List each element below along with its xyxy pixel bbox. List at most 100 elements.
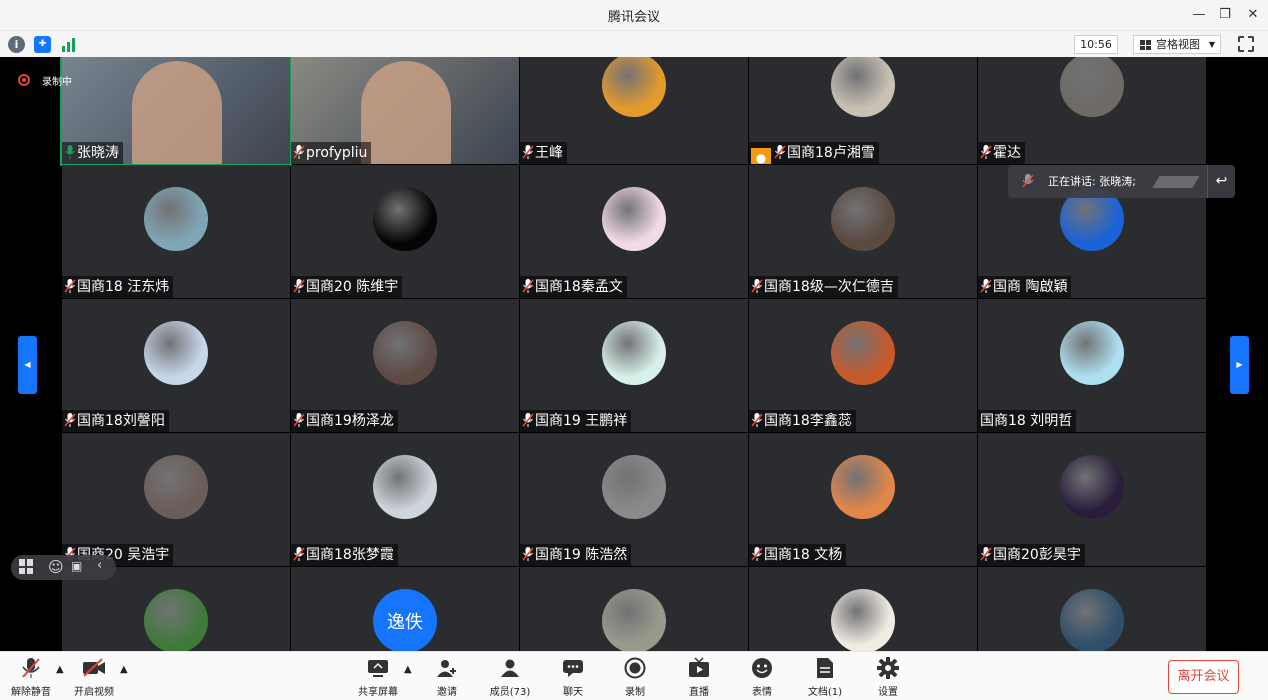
- mic-muted-icon: [293, 413, 305, 427]
- participant-name: 国商19杨泽龙: [306, 413, 394, 429]
- mic-muted-icon: [522, 413, 534, 427]
- avatar: [602, 57, 666, 117]
- start-video-button[interactable]: 开启视频: [72, 656, 116, 698]
- live-button[interactable]: 直播: [684, 656, 714, 698]
- next-page-arrow[interactable]: ▶: [1230, 336, 1249, 394]
- docs-label: 文档(1): [807, 687, 843, 698]
- participant-tile[interactable]: [749, 567, 977, 651]
- grid-view-icon: [1140, 40, 1151, 50]
- avatar: [373, 321, 437, 385]
- view-mode-select[interactable]: 宫格视图 ▼: [1133, 35, 1221, 54]
- participant-tile[interactable]: 国商20彭昊宇: [978, 433, 1206, 566]
- floating-controls: ☺ ▣ ‹: [11, 555, 116, 580]
- docs-button[interactable]: 文档(1): [805, 656, 845, 698]
- reply-icon[interactable]: ↩: [1207, 165, 1235, 198]
- members-button[interactable]: 成员(73): [488, 656, 532, 698]
- leave-meeting-button[interactable]: 离开会议: [1168, 660, 1239, 694]
- reactions-button[interactable]: 表情: [747, 656, 777, 698]
- participant-name: 国商18卢湘雪: [787, 145, 875, 161]
- participant-tile[interactable]: [978, 567, 1206, 651]
- participant-name: 国商20彭昊宇: [993, 547, 1081, 563]
- participant-tile[interactable]: ● 国商18卢湘雪: [749, 57, 977, 164]
- shield-icon[interactable]: ✚: [34, 36, 51, 53]
- participant-nametag: 国商 陶啟穎: [978, 276, 1072, 298]
- bottom-control-bar: 解除静音 ▲ 开启视频 ▲ 共享屏幕 ▲ 邀请 成员(73) 聊天 录制 直播 …: [0, 651, 1268, 700]
- participant-tile[interactable]: 霍达: [978, 57, 1206, 164]
- fullscreen-icon[interactable]: [1238, 36, 1254, 52]
- participant-tile[interactable]: [520, 567, 748, 651]
- participant-tile[interactable]: 国商18李鑫蕊: [749, 299, 977, 432]
- signal-icon[interactable]: [60, 36, 77, 53]
- mic-muted-icon: [522, 279, 534, 293]
- avatar: [373, 187, 437, 251]
- invite-button[interactable]: 邀请: [432, 656, 462, 698]
- avatar: [831, 321, 895, 385]
- mic-muted-icon: [19, 656, 43, 680]
- mic-muted-icon: [522, 145, 534, 159]
- mic-on-icon: [65, 145, 75, 159]
- participant-tile[interactable]: 国商18级—次仁德吉: [749, 165, 977, 298]
- participant-tile[interactable]: 张晓涛: [60, 57, 292, 166]
- prev-page-arrow[interactable]: ◀: [18, 336, 37, 394]
- participant-tile[interactable]: 国商18刘謦阳: [62, 299, 290, 432]
- live-icon: [687, 656, 711, 680]
- participant-tile[interactable]: profypliu: [291, 57, 519, 164]
- video-feed: [132, 61, 222, 164]
- chat-bubble-icon[interactable]: ▣: [71, 559, 82, 573]
- participant-tile[interactable]: 国商19 陈浩然: [520, 433, 748, 566]
- participant-tile[interactable]: 国商20 吴浩宇: [62, 433, 290, 566]
- avatar: [373, 455, 437, 519]
- audio-options-caret[interactable]: ▲: [56, 664, 64, 675]
- participant-name: 国商18 文杨: [764, 547, 843, 563]
- restore-icon[interactable]: ❐: [1214, 4, 1236, 26]
- participant-name: 国商18 刘明哲: [980, 413, 1073, 429]
- avatar: [144, 455, 208, 519]
- avatar: [831, 589, 895, 651]
- participant-name: 张晓涛: [77, 145, 119, 161]
- participant-tile[interactable]: 国商19 王鹏祥: [520, 299, 748, 432]
- participant-tile[interactable]: 国商20 陈维宇: [291, 165, 519, 298]
- speaking-indicator: 正在讲话: 张晓涛; ↩: [1008, 165, 1235, 198]
- record-button[interactable]: 录制: [620, 656, 650, 698]
- settings-button[interactable]: 设置: [873, 656, 903, 698]
- mic-muted-icon: [522, 547, 534, 561]
- participant-tile[interactable]: 国商18 文杨: [749, 433, 977, 566]
- share-options-caret[interactable]: ▲: [404, 664, 412, 675]
- collapse-icon[interactable]: ‹: [97, 558, 102, 573]
- avatar: [831, 57, 895, 117]
- camera-off-icon: [82, 656, 106, 680]
- live-label: 直播: [689, 687, 709, 698]
- participant-nametag: 国商18秦孟文: [520, 276, 627, 298]
- minimize-icon[interactable]: —: [1188, 4, 1210, 26]
- chevron-down-icon: ▼: [1208, 40, 1215, 49]
- participant-name: 霍达: [993, 145, 1021, 161]
- participant-tile[interactable]: 国商18 汪东炜: [62, 165, 290, 298]
- chat-button[interactable]: 聊天: [558, 656, 588, 698]
- participant-tile[interactable]: 王峰: [520, 57, 748, 164]
- members-icon: [498, 656, 522, 680]
- participant-nametag: 国商18 汪东炜: [62, 276, 174, 298]
- mic-muted-icon: [980, 547, 992, 561]
- start-video-label: 开启视频: [74, 687, 114, 698]
- participant-nametag: 国商18张梦霞: [291, 544, 398, 566]
- participant-tile[interactable]: 逸佚: [291, 567, 519, 651]
- participant-nametag: 王峰: [520, 142, 567, 164]
- layout-icon[interactable]: [19, 559, 34, 574]
- participant-tile[interactable]: 国商18 刘明哲: [978, 299, 1206, 432]
- recording-icon: [18, 74, 30, 86]
- participant-tile[interactable]: 国商18秦孟文: [520, 165, 748, 298]
- participant-tile[interactable]: 国商18张梦霞: [291, 433, 519, 566]
- participant-nametag: 国商19杨泽龙: [291, 410, 398, 432]
- participant-nametag: ● 国商18卢湘雪: [749, 142, 879, 164]
- video-options-caret[interactable]: ▲: [120, 664, 128, 675]
- info-icon[interactable]: i: [8, 36, 25, 53]
- close-icon[interactable]: ✕: [1242, 4, 1264, 26]
- share-screen-button[interactable]: 共享屏幕: [356, 656, 400, 698]
- participant-tile[interactable]: 国商19杨泽龙: [291, 299, 519, 432]
- mic-muted-icon: [751, 547, 763, 561]
- participant-nametag: 国商18刘謦阳: [62, 410, 169, 432]
- mic-muted-icon: [293, 279, 305, 293]
- emoji-icon[interactable]: ☺: [48, 558, 64, 576]
- participant-nametag: 国商19 陈浩然: [520, 544, 632, 566]
- unmute-button[interactable]: 解除静音: [10, 656, 52, 698]
